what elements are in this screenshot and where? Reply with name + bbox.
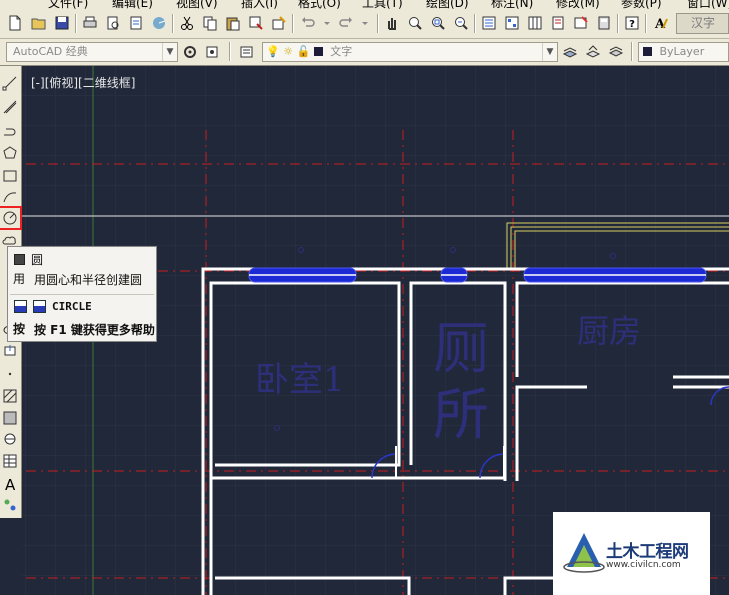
menu-bar: 文件(F) 编辑(E) 视图(V) 插入(I) 格式(O) 工具(T) 绘图(D…: [0, 0, 729, 9]
pan-icon[interactable]: [383, 14, 401, 32]
multiline-text-icon[interactable]: A: [1, 475, 19, 493]
publish-icon[interactable]: [127, 14, 145, 32]
menu-insert[interactable]: 插入(I): [241, 0, 278, 9]
quickcalc-icon[interactable]: [595, 14, 613, 32]
lock-icon: 🔓: [296, 45, 311, 58]
save-icon[interactable]: [53, 14, 71, 32]
workspace-combo[interactable]: AutoCAD 经典 ▼: [6, 42, 178, 62]
arc-icon[interactable]: [1, 188, 19, 206]
tooltip-left-text-1: 用: [13, 272, 26, 286]
sheet-set-icon[interactable]: [549, 14, 567, 32]
layer-value: 文字: [330, 45, 353, 58]
gradient-icon[interactable]: [1, 409, 19, 427]
color-value: ByLayer: [659, 45, 705, 58]
match-properties-icon[interactable]: [247, 14, 265, 32]
menu-view[interactable]: 视图(V): [176, 0, 218, 9]
circle-tooltip: 圆 用圆心和半径创建圆 CIRCLE 按 F1 键获得更多帮助: [7, 246, 157, 342]
layer-previous-icon[interactable]: [584, 43, 602, 61]
make-current-layer-icon[interactable]: [561, 43, 579, 61]
svg-text:?: ?: [629, 19, 635, 30]
undo-icon[interactable]: [299, 14, 317, 32]
menu-edit[interactable]: 编辑(E): [112, 0, 153, 9]
menu-window[interactable]: 窗口(W): [687, 0, 729, 9]
command-icon: [33, 300, 46, 313]
help-icon[interactable]: ?: [623, 14, 641, 32]
viewport-controls[interactable]: [-][俯视][二维线框]: [31, 74, 135, 91]
layer-color-swatch: [313, 47, 323, 56]
table-icon[interactable]: [1, 452, 19, 470]
redo-icon[interactable]: [337, 14, 355, 32]
zoom-window-icon[interactable]: [429, 14, 447, 32]
rectangle-icon[interactable]: [1, 167, 19, 185]
menu-tools[interactable]: 工具(T): [362, 0, 403, 9]
print-preview-icon[interactable]: [104, 14, 122, 32]
tooltip-icon: [14, 254, 25, 265]
polyline-icon[interactable]: [1, 122, 19, 140]
markup-icon[interactable]: [572, 14, 590, 32]
copy-icon[interactable]: [201, 14, 219, 32]
construction-line-icon[interactable]: [1, 98, 19, 116]
design-center-icon[interactable]: [503, 14, 521, 32]
menu-file[interactable]: 文件(F): [48, 0, 88, 9]
color-combo[interactable]: ByLayer: [638, 42, 729, 62]
chevron-down-icon[interactable]: ▼: [162, 43, 177, 61]
chevron-down-icon[interactable]: ▼: [542, 43, 557, 61]
circle-icon[interactable]: [0, 206, 22, 230]
standard-toolbar: ? A 汉字: [0, 9, 729, 39]
region-icon[interactable]: [1, 430, 19, 448]
logo-icon: [563, 533, 605, 573]
sun-icon: ☼: [283, 45, 294, 58]
watermark-name: 土木工程网: [606, 542, 689, 562]
menu-modify[interactable]: 修改(M): [556, 0, 600, 9]
new-icon[interactable]: [6, 14, 24, 32]
workspace-value: AutoCAD 经典: [13, 45, 88, 58]
tooltip-command: CIRCLE: [52, 300, 92, 313]
hatch-icon[interactable]: [1, 387, 19, 405]
watermark-url: www.civilcn.com: [606, 560, 681, 570]
menu-draw[interactable]: 绘图(D): [426, 0, 469, 9]
command-icon: [14, 300, 27, 313]
workspace-customize-icon[interactable]: [203, 43, 221, 61]
ime-indicator: 汉字: [676, 13, 729, 34]
tool-palettes-icon[interactable]: [526, 14, 544, 32]
3d-dwf-icon[interactable]: [150, 14, 168, 32]
layers-toolbar: AutoCAD 经典 ▼ 💡 ☼ 🔓 文字 ▼ ByLayer: [0, 39, 729, 66]
polygon-icon[interactable]: [1, 144, 19, 162]
layer-properties-icon[interactable]: [238, 43, 256, 61]
svg-text:A: A: [5, 476, 16, 492]
layer-states-icon[interactable]: [607, 43, 625, 61]
point-icon[interactable]: [1, 364, 19, 382]
undo-dropdown-icon[interactable]: [318, 14, 336, 32]
room-label-kitchen: 厨房: [577, 312, 642, 350]
menu-parameter[interactable]: 参数(P): [621, 0, 662, 9]
print-icon[interactable]: [81, 14, 99, 32]
workspace-settings-icon[interactable]: [181, 43, 199, 61]
cut-icon[interactable]: [178, 14, 196, 32]
layer-combo[interactable]: 💡 ☼ 🔓 文字 ▼: [262, 42, 558, 62]
room-label-bedroom: 卧室1: [255, 360, 345, 400]
paste-icon[interactable]: [224, 14, 242, 32]
block-editor-icon[interactable]: [270, 14, 288, 32]
properties-icon[interactable]: [480, 14, 498, 32]
tooltip-description: 用圆心和半径创建圆: [34, 273, 143, 287]
tooltip-left-text-2: 按: [13, 322, 26, 336]
add-selected-icon[interactable]: [1, 496, 19, 514]
color-swatch: [643, 47, 652, 56]
line-icon[interactable]: [1, 74, 19, 92]
insert-block-icon[interactable]: [1, 342, 19, 360]
menu-format[interactable]: 格式(O): [298, 0, 341, 9]
redo-dropdown-icon[interactable]: [356, 14, 374, 32]
open-icon[interactable]: [30, 14, 48, 32]
watermark: 土木工程网 www.civilcn.com: [553, 512, 710, 595]
zoom-previous-icon[interactable]: [452, 14, 470, 32]
room-label-toilet-2: 所: [433, 383, 489, 448]
bulb-icon: 💡: [266, 45, 280, 58]
zoom-realtime-icon[interactable]: [406, 14, 424, 32]
tooltip-help: 按 F1 键获得更多帮助: [34, 323, 155, 337]
text-style-icon[interactable]: A: [652, 14, 670, 32]
menu-dimension[interactable]: 标注(N): [491, 0, 533, 9]
tooltip-title: 圆: [31, 253, 44, 267]
